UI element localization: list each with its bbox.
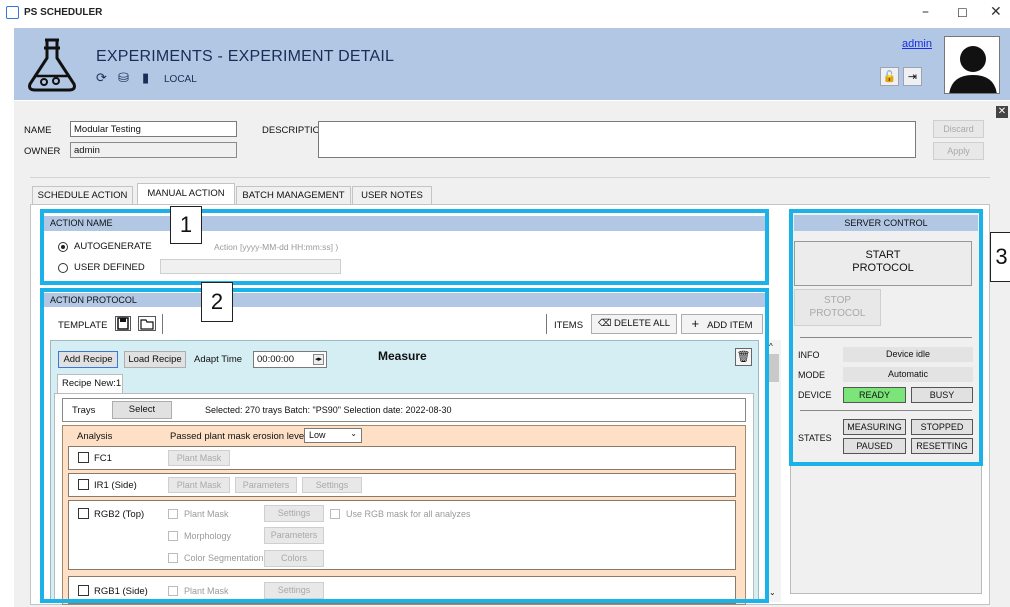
database-icon[interactable]: ⛁ xyxy=(118,71,129,86)
callout-box-1 xyxy=(40,209,769,285)
tab-batch-management[interactable]: BATCH MANAGEMENT xyxy=(236,186,351,204)
maximize-button[interactable]: ☐ xyxy=(957,6,968,20)
tab-user-notes[interactable]: USER NOTES xyxy=(352,186,432,204)
window-title: PS SCHEDULER xyxy=(24,7,103,18)
server-icon: ▮ xyxy=(142,71,150,86)
callout-number-3: 3 xyxy=(990,232,1010,282)
close-panel-icon[interactable]: ✕ xyxy=(996,106,1008,118)
callout-box-2 xyxy=(40,288,769,603)
name-label: NAME xyxy=(24,125,52,136)
callout-number-2: 2 xyxy=(201,282,233,322)
tab-schedule-action[interactable]: SCHEDULE ACTION xyxy=(32,186,133,204)
logout-icon[interactable]: ⇥ xyxy=(903,67,922,86)
flask-icon xyxy=(28,38,76,92)
owner-field: admin xyxy=(70,142,237,158)
tab-manual-action[interactable]: MANUAL ACTION xyxy=(137,183,235,205)
divider xyxy=(30,177,990,178)
app-icon xyxy=(6,6,19,19)
location-label: LOCAL xyxy=(164,74,197,85)
avatar xyxy=(944,36,1000,94)
callout-box-3 xyxy=(789,209,983,466)
discard-button[interactable]: Discard xyxy=(933,120,984,138)
scrollbar-thumb[interactable] xyxy=(768,354,779,382)
lock-icon[interactable]: 🔓 xyxy=(880,67,899,86)
scroll-up-icon[interactable]: ^ xyxy=(769,342,773,351)
user-link[interactable]: admin xyxy=(902,38,932,50)
minimize-button[interactable]: – xyxy=(922,4,929,20)
name-field[interactable]: Modular Testing xyxy=(70,121,237,137)
owner-label: OWNER xyxy=(24,146,61,157)
scroll-down-icon[interactable]: ⌄ xyxy=(769,588,776,597)
refresh-icon[interactable]: ⟳ xyxy=(96,71,107,86)
callout-number-1: 1 xyxy=(170,206,202,244)
close-button[interactable]: ✕ xyxy=(990,4,1002,20)
apply-button[interactable]: Apply xyxy=(933,142,984,160)
title-bar: PS SCHEDULER – ☐ ✕ xyxy=(0,0,1010,28)
page-title: EXPERIMENTS - EXPERIMENT DETAIL xyxy=(96,48,395,65)
description-field[interactable] xyxy=(318,121,916,158)
